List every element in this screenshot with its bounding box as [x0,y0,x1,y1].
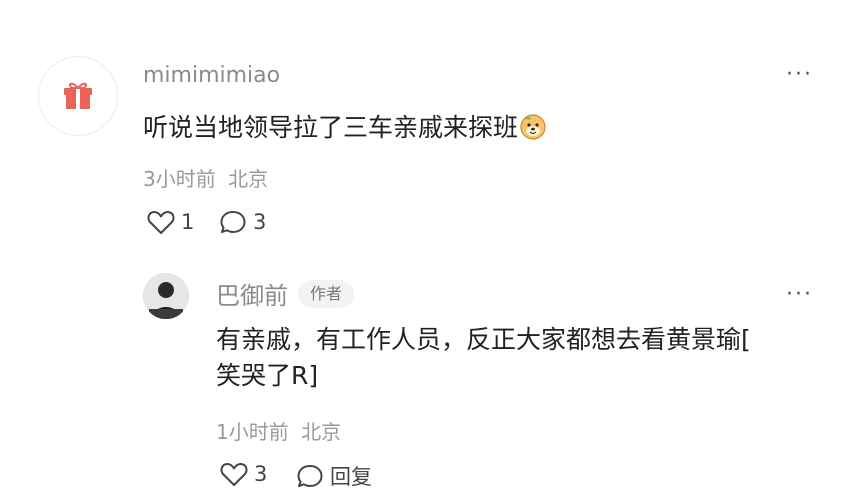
reply-text: 有亲戚，有工作人员，反正大家都想去看黄景瑜[ 笑哭了R] [216,322,751,394]
comment-meta: 3小时前 北京 [143,163,268,192]
comment-icon [220,211,246,233]
reply-timestamp: 1小时前 [216,420,289,444]
heart-icon [147,210,175,234]
reply-location: 北京 [301,420,342,444]
reply-like-button[interactable]: 3 [220,461,267,487]
dog-face-emoji-icon [520,114,546,140]
reply-username[interactable]: 巴御前 [216,276,288,311]
like-button[interactable]: 1 [147,209,194,235]
timestamp: 3小时前 [143,167,216,191]
comment-text-body: 听说当地领导拉了三车亲戚来探班 [143,113,519,142]
author-badge: 作者 [298,279,355,308]
reply-label: 回复 [330,465,372,489]
reply-count-button[interactable]: 3 [219,209,266,235]
reply-like-count: 3 [254,462,268,486]
comment-text: 听说当地领导拉了三车亲戚来探班 [143,110,548,146]
reply-header: 巴御前 作者 [216,276,355,311]
reply-text-line1: 有亲戚，有工作人员，反正大家都想去看黄景瑜[ [216,325,751,354]
more-icon[interactable]: ··· [786,62,813,87]
reply-text-line2: 笑哭了R] [216,361,319,390]
reply-avatar[interactable] [143,273,189,319]
reply-meta: 1小时前 北京 [216,416,341,445]
reply-button[interactable]: 回复 [296,461,372,491]
gift-icon [64,82,92,109]
like-count: 1 [181,210,195,234]
heart-icon [220,462,248,486]
reply-more-icon[interactable]: ··· [786,282,813,307]
avatar-photo [143,273,189,319]
location: 北京 [228,167,269,191]
reply-count: 3 [253,210,267,234]
username[interactable]: mimimimiao [143,63,280,88]
comment-icon [297,465,323,487]
avatar[interactable] [38,56,118,136]
